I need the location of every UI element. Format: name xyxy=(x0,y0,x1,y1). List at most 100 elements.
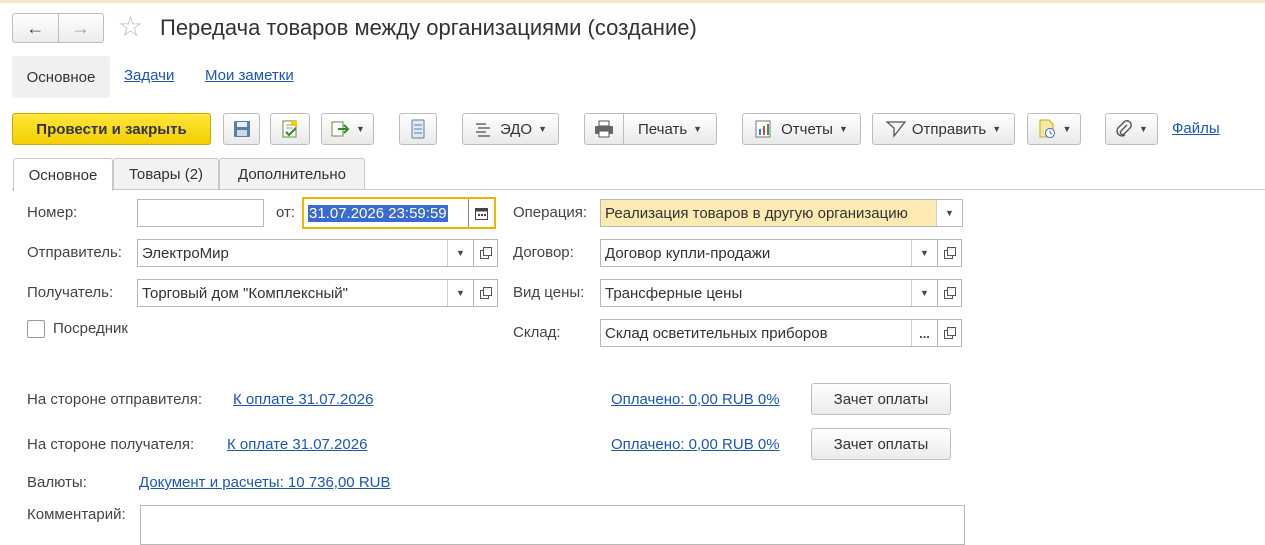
post-button[interactable] xyxy=(270,113,310,145)
chevron-down-icon: ▼ xyxy=(693,124,703,134)
number-field[interactable] xyxy=(137,199,264,227)
price-type-label: Вид цены: xyxy=(513,284,585,301)
chevron-down-icon: ▼ xyxy=(992,124,1002,134)
send-button[interactable]: Отправить ▼ xyxy=(872,113,1015,145)
date-value: 31.07.2026 23:59:59 xyxy=(308,204,448,222)
sender-side-label: На стороне отправителя: xyxy=(27,391,202,408)
chevron-down-icon: ▼ xyxy=(356,124,365,134)
navigation-group: ← → xyxy=(12,13,104,43)
paper-plane-icon xyxy=(885,121,906,138)
window-title: Передача товаров между организациями (со… xyxy=(160,15,697,40)
calendar-icon xyxy=(475,207,488,220)
open-receiver-button[interactable] xyxy=(474,279,498,307)
list-icon xyxy=(411,119,425,139)
receiver-offset-button[interactable]: Зачет оплаты xyxy=(811,428,951,460)
edo-icon xyxy=(475,123,490,137)
chevron-down-icon[interactable]: ▼ xyxy=(911,280,937,306)
sender-value: ЭлектроМир xyxy=(142,244,229,262)
chevron-down-icon[interactable]: ▼ xyxy=(911,240,937,266)
open-window-icon xyxy=(943,327,956,339)
receiver-select[interactable]: Торговый дом "Комплексный" ▼ xyxy=(137,279,474,307)
open-window-icon xyxy=(479,247,492,259)
price-type-select[interactable]: Трансферные цены ▼ xyxy=(600,279,938,307)
date-field[interactable]: 31.07.2026 23:59:59 xyxy=(302,197,496,229)
chevron-down-icon[interactable]: ▼ xyxy=(447,240,473,266)
chevron-down-icon: ▼ xyxy=(838,124,848,134)
receiver-paid-link[interactable]: Оплачено: 0,00 RUB 0% xyxy=(611,435,780,455)
printer-icon-wrap xyxy=(585,120,623,138)
ellipsis-icon[interactable]: ... xyxy=(911,320,937,346)
sender-select[interactable]: ЭлектроМир ▼ xyxy=(137,239,474,267)
forward-button[interactable]: → xyxy=(59,14,104,42)
post-document-icon xyxy=(282,120,297,138)
edo-label: ЭДО xyxy=(499,120,533,138)
add-attachment-menu-button[interactable]: ▼ xyxy=(1027,113,1081,145)
price-type-value: Трансферные цены xyxy=(605,284,743,302)
chevron-down-icon: ▼ xyxy=(1139,124,1148,134)
tab-main-top[interactable]: Основное xyxy=(12,56,110,98)
reports-label: Отчеты xyxy=(781,120,833,138)
contract-label: Договор: xyxy=(513,244,574,261)
document-clock-icon xyxy=(1039,119,1055,138)
tab-my-notes[interactable]: Мои заметки xyxy=(205,67,294,84)
paperclip-icon xyxy=(1116,120,1132,137)
post-and-close-button[interactable]: Провести и закрыть xyxy=(12,113,211,145)
calendar-button[interactable] xyxy=(468,199,494,227)
open-sender-button[interactable] xyxy=(474,239,498,267)
sender-label: Отправитель: xyxy=(27,244,122,261)
back-button[interactable]: ← xyxy=(13,14,59,42)
reports-button[interactable]: Отчеты ▼ xyxy=(742,113,861,145)
files-link[interactable]: Файлы xyxy=(1172,120,1220,137)
chevron-down-icon: ▼ xyxy=(538,124,548,134)
open-window-icon xyxy=(479,287,492,299)
tab-main[interactable]: Основное xyxy=(13,158,113,191)
printer-icon xyxy=(595,120,613,138)
currency-link[interactable]: Документ и расчеты: 10 736,00 RUB xyxy=(139,473,390,493)
save-button[interactable] xyxy=(223,113,260,145)
create-based-icon xyxy=(331,121,350,137)
contract-select[interactable]: Договор купли-продажи ▼ xyxy=(600,239,938,267)
operation-select[interactable]: Реализация товаров в другую организацию … xyxy=(600,199,963,227)
print-button[interactable]: Печать ▼ xyxy=(584,113,717,145)
comment-label: Комментарий: xyxy=(27,506,126,523)
print-label: Печать xyxy=(638,120,688,138)
receiver-side-label: На стороне получателя: xyxy=(27,436,195,453)
sender-offset-button[interactable]: Зачет оплаты xyxy=(811,383,951,415)
create-based-on-button[interactable]: ▼ xyxy=(321,113,374,145)
document-structure-button[interactable] xyxy=(399,113,437,145)
receiver-value: Торговый дом "Комплексный" xyxy=(142,284,348,302)
attachment-button[interactable]: ▼ xyxy=(1105,113,1158,145)
number-label: Номер: xyxy=(27,204,78,221)
receiver-due-link[interactable]: К оплате 31.07.2026 xyxy=(227,435,367,455)
intermediary-checkbox[interactable] xyxy=(27,320,45,338)
arrow-right-icon: → xyxy=(71,17,90,38)
warehouse-field[interactable]: Склад осветительных приборов ... xyxy=(600,319,938,347)
chevron-down-icon[interactable]: ▼ xyxy=(447,280,473,306)
favorite-star-icon[interactable]: ☆ xyxy=(118,12,143,42)
comment-textarea[interactable] xyxy=(140,505,965,545)
open-window-icon xyxy=(943,287,956,299)
tab-additional[interactable]: Дополнительно xyxy=(219,158,365,190)
tab-goods[interactable]: Товары (2) xyxy=(113,158,219,190)
tab-tasks[interactable]: Задачи xyxy=(124,67,174,84)
contract-value: Договор купли-продажи xyxy=(605,244,771,262)
sender-paid-link[interactable]: Оплачено: 0,00 RUB 0% xyxy=(611,390,780,410)
intermediary-label: Посредник xyxy=(53,320,128,337)
chevron-down-icon: ▼ xyxy=(1062,124,1072,134)
open-warehouse-button[interactable] xyxy=(938,319,962,347)
open-contract-button[interactable] xyxy=(938,239,962,267)
currency-label: Валюты: xyxy=(27,474,87,491)
open-window-icon xyxy=(943,247,956,259)
send-label: Отправить xyxy=(911,120,987,138)
tab-bar-divider xyxy=(12,189,1265,190)
edo-button[interactable]: ЭДО ▼ xyxy=(462,113,559,145)
warehouse-value: Склад осветительных приборов xyxy=(605,324,828,342)
window-top-border xyxy=(0,0,1265,3)
sender-due-link[interactable]: К оплате 31.07.2026 xyxy=(233,390,373,410)
warehouse-label: Склад: xyxy=(513,324,561,341)
operation-label: Операция: xyxy=(513,204,588,221)
open-price-type-button[interactable] xyxy=(938,279,962,307)
operation-value: Реализация товаров в другую организацию xyxy=(605,204,908,222)
reports-chart-icon xyxy=(755,120,771,138)
chevron-down-icon[interactable]: ▼ xyxy=(936,200,962,226)
